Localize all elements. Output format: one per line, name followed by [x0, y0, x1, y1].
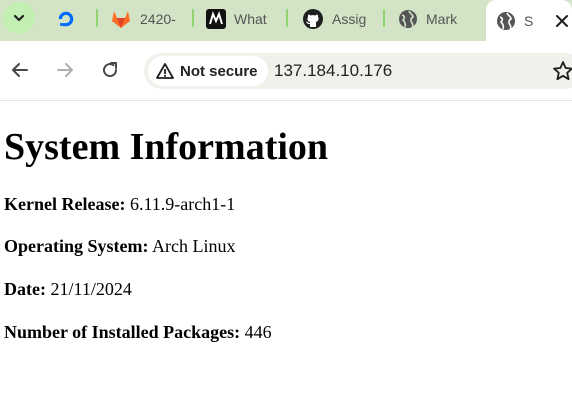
arrow-left-icon — [12, 63, 28, 77]
tab-label: Mark — [426, 11, 458, 27]
field-label: Operating System: — [4, 236, 149, 257]
reload-button[interactable] — [99, 59, 121, 81]
close-icon[interactable] — [555, 14, 569, 28]
tab-separator — [286, 9, 288, 27]
back-button[interactable] — [9, 59, 31, 81]
field-label: Number of Installed Packages: — [4, 321, 241, 342]
bookmark-star-icon[interactable] — [552, 60, 572, 82]
tab-medium[interactable]: What — [206, 4, 278, 34]
field-value: Arch Linux — [152, 236, 236, 257]
info-kernel-release: Kernel Release: 6.11.9-arch1-1 — [4, 194, 564, 216]
tab-separator — [383, 9, 385, 27]
security-chip[interactable]: Not secure — [148, 56, 268, 86]
security-chip-label: Not secure — [180, 62, 258, 80]
page-title: System Information — [4, 126, 329, 168]
tab-github[interactable]: Assig — [302, 4, 372, 34]
tab-digitalocean[interactable] — [56, 4, 84, 34]
tab-gitlab[interactable]: 2420- — [110, 4, 182, 34]
tab-separator — [96, 9, 98, 27]
tab-label: S — [524, 12, 534, 29]
field-value: 6.11.9-arch1-1 — [129, 193, 236, 214]
github-icon — [303, 9, 323, 29]
chevron-down-icon — [13, 14, 25, 22]
field-value: 21/11/2024 — [50, 279, 132, 300]
globe-icon — [399, 10, 417, 28]
info-date: Date: 21/11/2024 — [4, 279, 564, 301]
digitalocean-icon — [58, 11, 74, 27]
info-operating-system: Operating System: Arch Linux — [4, 236, 564, 258]
address-bar[interactable]: Not secure 137.184.10.176 — [144, 53, 572, 89]
field-label: Kernel Release: — [4, 193, 126, 214]
forward-button[interactable] — [54, 59, 76, 81]
browser-toolbar: Not secure 137.184.10.176 — [0, 41, 572, 101]
tab-label: Assig — [332, 11, 367, 27]
field-value: 446 — [244, 321, 272, 342]
reload-icon — [103, 62, 118, 78]
tab-markdown[interactable]: Mark — [398, 4, 468, 34]
info-installed-packages: Number of Installed Packages: 446 — [4, 322, 564, 344]
field-label: Date: — [4, 279, 46, 300]
arrow-right-icon — [57, 63, 73, 77]
tab-strip: 2420- What Assig Mark S — [0, 0, 572, 41]
globe-icon — [497, 11, 515, 30]
gitlab-icon — [112, 11, 130, 28]
medium-icon — [206, 9, 226, 29]
warning-icon — [156, 63, 174, 79]
url-text[interactable]: 137.184.10.176 — [274, 61, 392, 81]
tab-search-button[interactable] — [3, 2, 35, 34]
tab-separator — [192, 9, 194, 27]
tab-label: What — [234, 11, 267, 27]
tab-label: 2420- — [140, 11, 176, 27]
tab-active[interactable]: S — [486, 0, 572, 41]
page-content: System Information Kernel Release: 6.11.… — [4, 110, 564, 364]
